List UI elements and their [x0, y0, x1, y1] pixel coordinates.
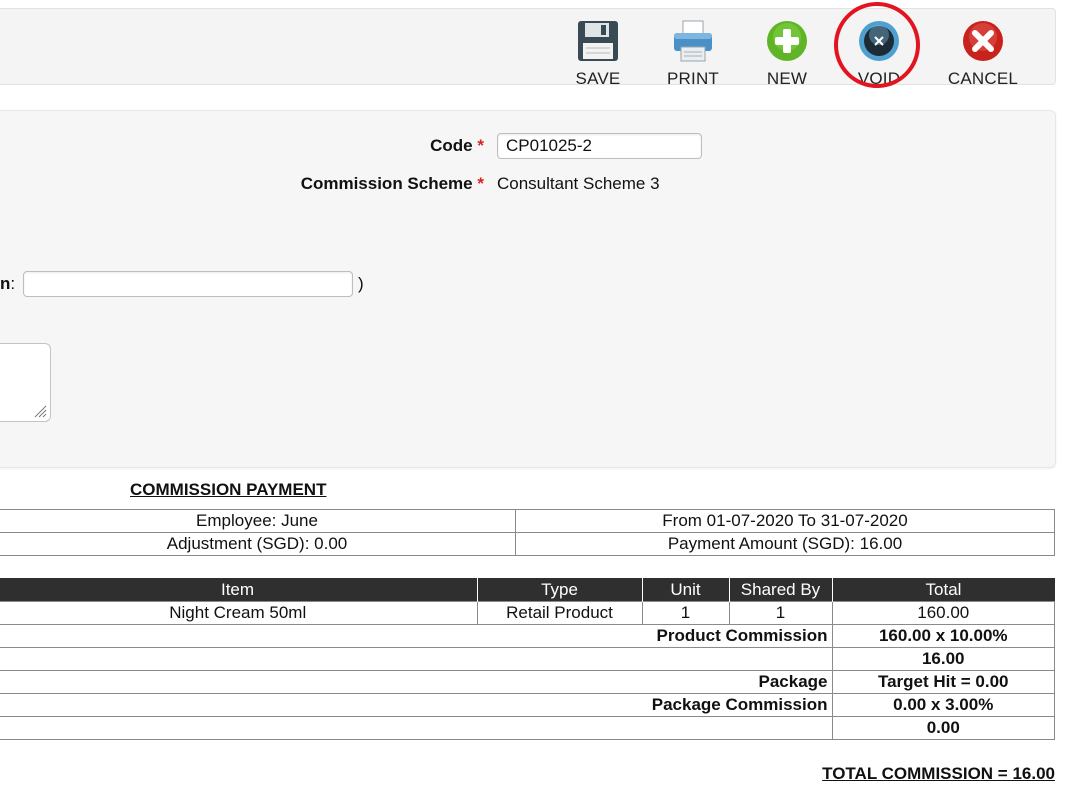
notes-textarea[interactable] [0, 343, 51, 422]
column-header-item: Item [0, 578, 477, 602]
close-paren: ) [358, 274, 364, 293]
commission-scheme-label: Commission Scheme [300, 174, 473, 193]
resize-grip-icon[interactable] [33, 404, 47, 418]
plus-circle-icon [767, 21, 807, 61]
period-cell: From 01-07-2020 To 31-07-2020 [515, 509, 1055, 533]
column-header-total: Total [831, 578, 1055, 602]
package-label: Package [0, 670, 833, 694]
type-cell: Retail Product [476, 601, 643, 625]
partial-text-input[interactable] [23, 271, 353, 297]
summary-table: Employee: June From 01-07-2020 To 31-07-… [0, 509, 1055, 556]
total-commission: TOTAL COMMISSION = 16.00 [822, 764, 1055, 783]
save-button[interactable]: SAVE [558, 17, 638, 88]
partial-label-colon: : [10, 274, 16, 293]
adjustment-cell: Adjustment (SGD): 0.00 [0, 532, 516, 556]
total-cell: 160.00 [831, 601, 1055, 625]
required-star: * [477, 174, 484, 193]
item-cell: Night Cream 50ml [0, 601, 478, 625]
x-circle-icon [963, 21, 1003, 61]
table-row: Night Cream 50ml Retail Product 1 1 160.… [0, 601, 1055, 625]
required-star: * [477, 136, 484, 155]
column-header-type: Type [476, 578, 642, 602]
code-label-row: Code * [380, 136, 484, 156]
commission-payment-title: COMMISSION PAYMENT [130, 480, 327, 499]
unit-cell: 1 [641, 601, 730, 625]
shared-by-cell: 1 [728, 601, 833, 625]
scheme-label-row: Commission Scheme * [230, 174, 484, 194]
commission-scheme-value: Consultant Scheme 3 [497, 174, 660, 193]
commission-items-table: Item Type Unit Shared By Total Night Cre… [0, 578, 1055, 740]
cancel-label: CANCEL [947, 69, 1019, 88]
print-label: PRINT [667, 69, 719, 88]
summary-row: Adjustment (SGD): 0.00 Payment Amount (S… [0, 532, 1055, 556]
empty-cell [0, 647, 833, 671]
cancel-button[interactable]: CANCEL [943, 17, 1023, 88]
floppy-disk-icon [578, 21, 618, 61]
package-commission-total: 0.00 [831, 716, 1055, 740]
employee-cell: Employee: June [0, 509, 516, 533]
summary-row: Employee: June From 01-07-2020 To 31-07-… [0, 509, 1055, 533]
empty-cell [0, 716, 833, 740]
new-label: NEW [766, 69, 808, 88]
table-row: Package Commission 0.00 x 3.00% [0, 693, 1055, 717]
print-button[interactable]: PRINT [653, 17, 733, 88]
package-commission-label: Package Commission [0, 693, 833, 717]
table-row: 16.00 [0, 647, 1055, 671]
code-label: Code [430, 136, 473, 155]
new-button[interactable]: NEW [747, 17, 827, 88]
table-row: Package Target Hit = 0.00 [0, 670, 1055, 694]
table-row: Product Commission 160.00 x 10.00% [0, 624, 1055, 648]
code-input[interactable]: CP01025-2 [497, 133, 702, 159]
column-header-shared-by: Shared By [728, 578, 832, 602]
partial-label-text: n [0, 274, 11, 293]
printer-icon [674, 20, 712, 62]
table-header-row: Item Type Unit Shared By Total [0, 578, 1055, 602]
package-commission-calc: 0.00 x 3.00% [831, 693, 1055, 717]
payment-amount-cell: Payment Amount (SGD): 16.00 [515, 532, 1055, 556]
table-row: 0.00 [0, 716, 1055, 740]
column-header-unit: Unit [641, 578, 729, 602]
partial-field-label: n: [0, 274, 15, 294]
void-highlight-ring [834, 2, 920, 88]
package-value: Target Hit = 0.00 [831, 670, 1055, 694]
save-label: SAVE [575, 69, 621, 88]
product-commission-total: 16.00 [831, 647, 1055, 671]
product-commission-calc: 160.00 x 10.00% [831, 624, 1055, 648]
product-commission-label: Product Commission [0, 624, 833, 648]
